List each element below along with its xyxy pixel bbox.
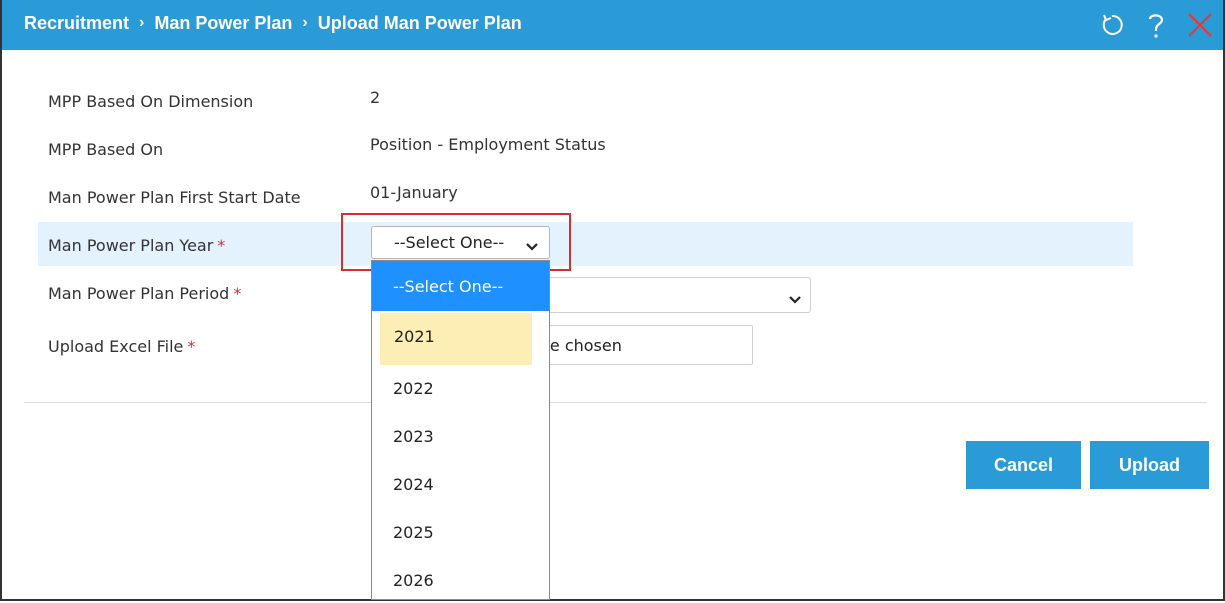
option-label: --Select One-- [393,277,504,296]
dimension-label: MPP Based On Dimension [48,92,254,111]
required-marker: * [217,236,226,255]
required-marker: * [187,337,196,356]
upload-label: Upload Excel File * [48,337,195,356]
option-label: 2022 [393,379,434,398]
first-start-date-value: 01-January [370,183,458,202]
year-select-value: --Select One-- [394,233,505,252]
year-option-2024[interactable]: 2024 [372,461,549,509]
upload-label-text: Upload Excel File [48,337,184,356]
option-label: 2023 [393,427,434,446]
row-year: Man Power Plan Year * [38,222,1133,266]
year-option-select-one[interactable]: --Select One-- [372,261,549,311]
cancel-button[interactable]: Cancel [966,441,1081,489]
year-option-2021[interactable]: 2021 [380,313,532,365]
year-option-2026[interactable]: 2026 [372,557,549,599]
option-label: 2021 [394,327,435,346]
breadcrumb-upload-man-power-plan: Upload Man Power Plan [317,13,522,33]
year-select[interactable]: --Select One-- [371,226,550,259]
refresh-icon[interactable] [1097,10,1127,40]
option-label: 2024 [393,475,434,494]
chevron-right-icon: › [302,13,308,31]
breadcrumb-recruitment[interactable]: Recruitment [24,13,129,34]
row-dimension: MPP Based On Dimension 2 [38,80,1133,124]
breadcrumb: Recruitment › Man Power Plan › Upload Ma… [24,13,522,34]
row-based-on: MPP Based On Position - Employment Statu… [38,128,1133,172]
year-dropdown-list: --Select One-- 2021 2022 2023 2024 2025 … [371,260,550,600]
required-marker: * [233,284,242,303]
option-label: 2025 [393,523,434,542]
breadcrumb-man-power-plan[interactable]: Man Power Plan [154,13,292,34]
header-bar: Recruitment › Man Power Plan › Upload Ma… [2,0,1223,50]
file-status-text: ile chosen [541,336,622,355]
chevron-down-icon [788,290,802,309]
year-option-2023[interactable]: 2023 [372,413,549,461]
divider [24,402,1207,403]
row-first-start-date: Man Power Plan First Start Date 01-Janua… [38,176,1133,220]
year-label-text: Man Power Plan Year [48,236,214,255]
help-icon[interactable] [1141,10,1171,40]
dimension-value: 2 [370,88,381,107]
year-label: Man Power Plan Year * [48,236,225,255]
chevron-down-icon [525,237,539,256]
first-start-date-label: Man Power Plan First Start Date [48,188,301,207]
based-on-value: Position - Employment Status [370,135,606,154]
chevron-right-icon: › [139,13,145,31]
period-label: Man Power Plan Period * [48,284,241,303]
header-actions [1097,8,1215,42]
upload-button[interactable]: Upload [1090,441,1209,489]
option-label: 2026 [393,571,434,590]
window: Recruitment › Man Power Plan › Upload Ma… [0,0,1225,601]
year-option-2025[interactable]: 2025 [372,509,549,557]
close-icon[interactable] [1185,10,1215,40]
year-option-2022[interactable]: 2022 [372,365,549,413]
period-label-text: Man Power Plan Period [48,284,230,303]
based-on-label: MPP Based On [48,140,164,159]
